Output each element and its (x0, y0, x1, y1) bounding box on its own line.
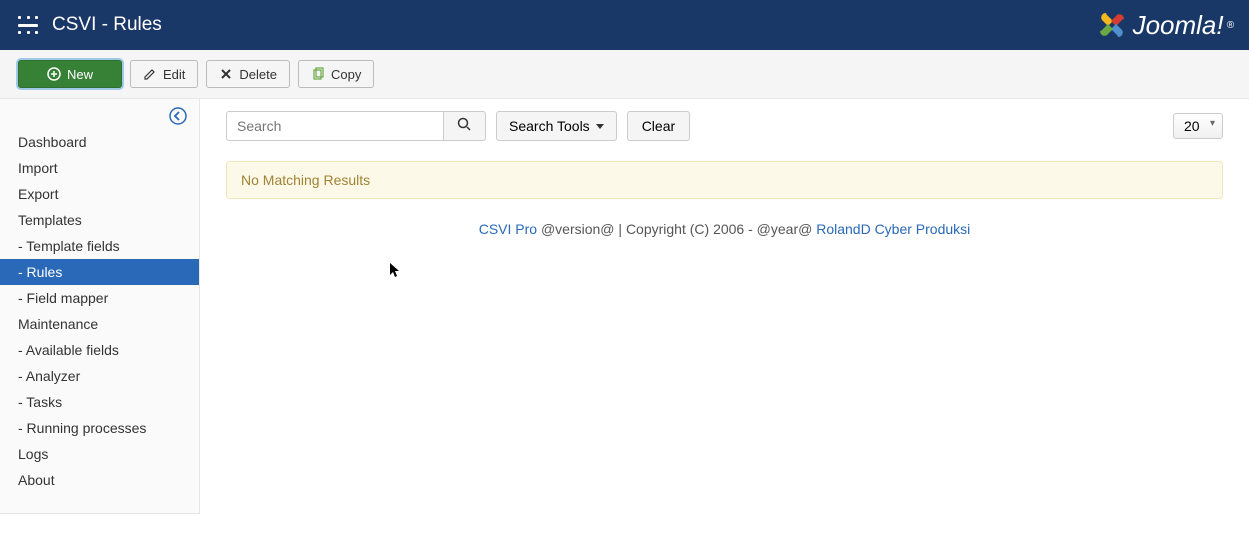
edit-label: Edit (163, 67, 185, 82)
search-group (226, 111, 486, 141)
footer-middle: @version@ | Copyright (C) 2006 - @year@ (537, 221, 816, 237)
pencil-icon (143, 67, 157, 81)
limit-select[interactable]: 20 (1173, 113, 1223, 139)
footer-link-csvi[interactable]: CSVI Pro (479, 221, 537, 237)
sidebar-item-running-processes[interactable]: - Running processes (0, 415, 199, 441)
sidebar-list: Dashboard Import Export Templates - Temp… (0, 129, 199, 493)
new-label: New (67, 67, 93, 82)
clear-button[interactable]: Clear (627, 111, 690, 141)
filter-row: Search Tools Clear 20 (226, 111, 1223, 141)
x-icon (219, 67, 233, 81)
sidebar-item-templates[interactable]: Templates (0, 207, 199, 233)
search-tools-label: Search Tools (509, 118, 590, 134)
joomla-logo: Joomla!® (1096, 9, 1234, 41)
sidebar-item-rules[interactable]: - Rules (0, 259, 199, 285)
copy-label: Copy (331, 67, 361, 82)
collapse-icon[interactable] (169, 107, 187, 128)
app-header: CSVI - Rules Joomla!® (0, 0, 1249, 50)
limit-select-wrap: 20 (1173, 113, 1223, 139)
search-button[interactable] (444, 111, 486, 141)
search-icon (457, 117, 472, 135)
main-area: Dashboard Import Export Templates - Temp… (0, 99, 1249, 514)
sidebar-item-import[interactable]: Import (0, 155, 199, 181)
sidebar-item-available-fields[interactable]: - Available fields (0, 337, 199, 363)
page-title: CSVI - Rules (52, 14, 162, 36)
sidebar: Dashboard Import Export Templates - Temp… (0, 99, 200, 514)
sidebar-item-tasks[interactable]: - Tasks (0, 389, 199, 415)
plus-icon (47, 67, 61, 81)
search-input[interactable] (226, 111, 444, 141)
sidebar-item-about[interactable]: About (0, 467, 199, 493)
header-left: CSVI - Rules (18, 14, 162, 36)
search-tools-button[interactable]: Search Tools (496, 111, 617, 141)
no-results-alert: No Matching Results (226, 161, 1223, 199)
sidebar-item-logs[interactable]: Logs (0, 441, 199, 467)
edit-button[interactable]: Edit (130, 60, 198, 88)
menu-icon[interactable] (18, 16, 38, 34)
footer-text: CSVI Pro @version@ | Copyright (C) 2006 … (226, 221, 1223, 237)
delete-button[interactable]: Delete (206, 60, 290, 88)
brand-name: Joomla! (1133, 10, 1224, 41)
sidebar-item-analyzer[interactable]: - Analyzer (0, 363, 199, 389)
new-button[interactable]: New (18, 60, 122, 88)
sidebar-item-export[interactable]: Export (0, 181, 199, 207)
sidebar-item-template-fields[interactable]: - Template fields (0, 233, 199, 259)
caret-down-icon (596, 124, 604, 129)
sidebar-item-dashboard[interactable]: Dashboard (0, 129, 199, 155)
sidebar-item-field-mapper[interactable]: - Field mapper (0, 285, 199, 311)
content: Search Tools Clear 20 No Matching Result… (200, 99, 1249, 514)
toolbar: New Edit Delete Copy (0, 50, 1249, 99)
footer-link-roland[interactable]: RolandD Cyber Produksi (816, 221, 970, 237)
copy-button[interactable]: Copy (298, 60, 374, 88)
delete-label: Delete (239, 67, 277, 82)
copy-icon (311, 67, 325, 81)
sidebar-item-maintenance[interactable]: Maintenance (0, 311, 199, 337)
joomla-mark-icon (1096, 9, 1128, 41)
alert-message: No Matching Results (241, 172, 370, 188)
registered-icon: ® (1227, 20, 1234, 31)
